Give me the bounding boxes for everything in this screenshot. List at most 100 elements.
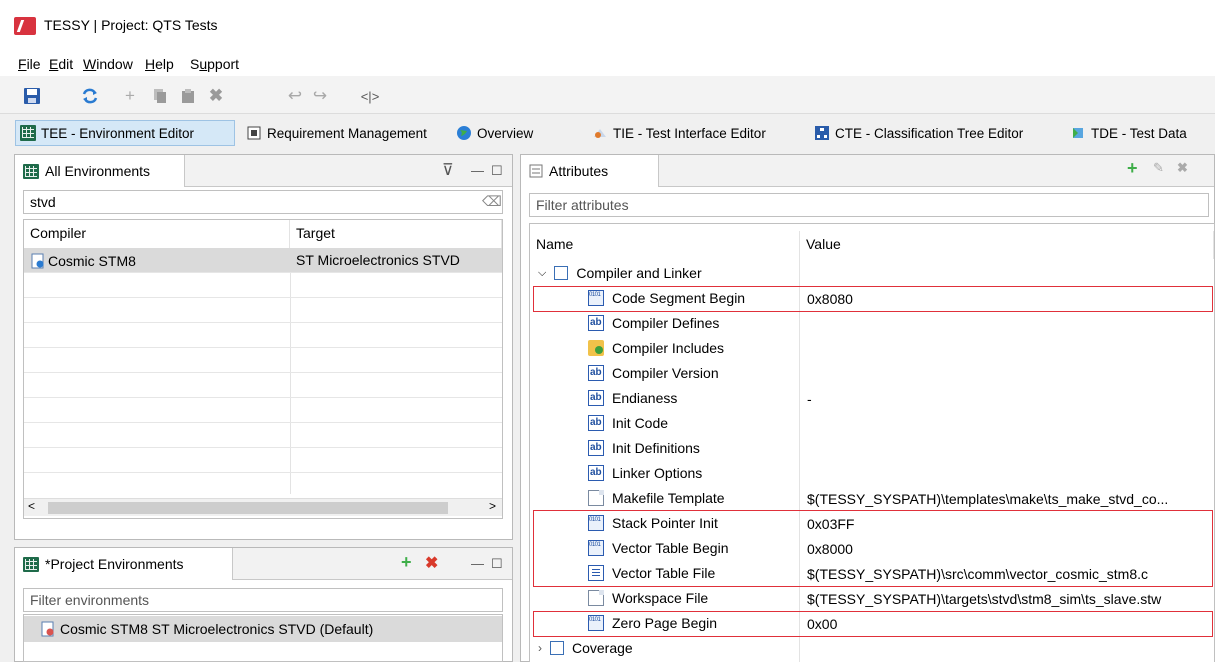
text-icon xyxy=(588,415,604,431)
attribute-row[interactable]: Linker Options xyxy=(530,462,1214,487)
binary-icon xyxy=(588,615,604,631)
interface-icon xyxy=(594,129,606,138)
binary-icon xyxy=(588,290,604,306)
window-title: TESSY | Project: QTS Tests xyxy=(44,17,218,33)
perspective-tde[interactable]: TDE - Test Data xyxy=(1066,120,1191,146)
environment-search-input[interactable] xyxy=(23,190,503,214)
text-icon xyxy=(588,365,604,381)
minimize-icon[interactable]: — xyxy=(471,556,484,571)
paste-icon[interactable] xyxy=(178,86,198,106)
attribute-row[interactable]: Workspace File $(TESSY_SYSPATH)\targets\s… xyxy=(530,587,1214,612)
attribute-row[interactable]: Compiler Defines xyxy=(530,312,1214,337)
edit-icon[interactable]: ✎ xyxy=(1153,160,1164,176)
table-row xyxy=(24,348,502,373)
environments-table: Compiler Target Cosmic STM8 ST Microelec… xyxy=(23,219,503,519)
delete-icon[interactable]: ✖ xyxy=(206,86,226,106)
menu-help[interactable]: Help xyxy=(145,56,174,72)
tree-group-coverage[interactable]: › Coverage xyxy=(530,637,1214,662)
binary-icon xyxy=(588,540,604,556)
add-icon[interactable]: + xyxy=(120,86,140,106)
perspective-requirement-management[interactable]: Requirement Management xyxy=(242,120,431,146)
text-icon xyxy=(588,465,604,481)
attribute-row[interactable]: Vector Table File $(TESSY_SYSPATH)\src\co… xyxy=(530,562,1214,587)
perspective-cte[interactable]: CTE - Classification Tree Editor xyxy=(810,120,1027,146)
main-toolbar: + ✖ ↩ ↪ <|> xyxy=(0,76,1215,114)
attributes-table: Name Value ⌵ Compiler and Linker Code Se… xyxy=(529,223,1215,662)
chevron-right-icon[interactable]: › xyxy=(538,641,542,655)
category-icon xyxy=(554,266,569,280)
maximize-icon[interactable]: ☐ xyxy=(491,556,503,572)
text-icon xyxy=(588,315,604,331)
tab-all-environments[interactable]: All Environments xyxy=(15,155,185,187)
refresh-icon[interactable] xyxy=(80,86,100,106)
attribute-row[interactable]: Code Segment Begin0x8080 xyxy=(530,287,1214,312)
remove-environment-icon[interactable]: ✖ xyxy=(425,553,438,573)
table-row xyxy=(24,273,502,298)
tab-attributes[interactable]: Attributes xyxy=(521,155,659,187)
folder-icon xyxy=(588,340,604,356)
menu-support[interactable]: Support xyxy=(190,56,239,72)
table-row xyxy=(24,398,502,423)
title-bar: TESSY | Project: QTS Tests xyxy=(0,0,1215,52)
attribute-row[interactable]: Init Definitions xyxy=(530,437,1214,462)
tree-icon xyxy=(815,126,829,140)
attribute-row[interactable]: Init Code xyxy=(530,412,1214,437)
table-row xyxy=(24,448,502,473)
attribute-row[interactable]: Zero Page Begin0x00 xyxy=(530,612,1214,637)
all-environments-panel: All Environments ⊽ — ☐ ⌫ Compiler Target… xyxy=(14,154,513,540)
list-item[interactable]: Cosmic STM8 ST Microelectronics STVD (De… xyxy=(24,616,502,642)
add-environment-icon[interactable]: + xyxy=(401,552,412,573)
maximize-icon[interactable]: ☐ xyxy=(491,163,503,179)
attributes-filter-input[interactable] xyxy=(529,193,1209,217)
scroll-right-icon[interactable]: > xyxy=(489,499,496,513)
project-environment-filter-input[interactable] xyxy=(23,588,503,612)
column-header-target[interactable]: Target xyxy=(290,220,502,248)
project-environments-panel: *Project Environments + ✖ — ☐ Cosmic STM… xyxy=(14,547,513,662)
file-icon xyxy=(588,590,604,606)
redo-icon[interactable]: ↪ xyxy=(310,86,330,106)
perspective-overview[interactable]: Overview xyxy=(452,120,537,146)
add-attribute-icon[interactable]: + xyxy=(1127,158,1138,179)
tree-group-compiler-and-linker[interactable]: ⌵ Compiler and Linker xyxy=(530,262,1214,287)
chevron-down-icon[interactable]: ⌵ xyxy=(538,267,546,280)
column-header-value[interactable]: Value xyxy=(800,231,1214,259)
attribute-row[interactable]: Endianess- xyxy=(530,387,1214,412)
attribute-row[interactable]: Compiler Version xyxy=(530,362,1214,387)
attribute-row[interactable]: Makefile Template $(TESSY_SYSPATH)\templa… xyxy=(530,487,1214,512)
file-icon xyxy=(588,565,604,581)
perspective-tee[interactable]: TEE - Environment Editor xyxy=(15,120,235,146)
eraser-icon[interactable]: ⌫ xyxy=(482,193,502,210)
attribute-row[interactable]: Compiler Includes xyxy=(530,337,1214,362)
column-header-compiler[interactable]: Compiler xyxy=(24,220,290,248)
menu-window[interactable]: Window xyxy=(83,56,133,72)
grid-icon xyxy=(23,556,39,572)
attribute-row[interactable]: Stack Pointer Init0x03FF xyxy=(530,512,1214,537)
document-icon xyxy=(247,126,261,140)
save-icon[interactable] xyxy=(22,86,42,106)
copy-icon[interactable] xyxy=(150,86,170,106)
minimize-icon[interactable]: — xyxy=(471,163,484,178)
scroll-left-icon[interactable]: < xyxy=(28,499,35,513)
globe-icon xyxy=(457,126,471,140)
table-row[interactable]: Cosmic STM8 ST Microelectronics STVD xyxy=(24,248,502,273)
column-header-name[interactable]: Name xyxy=(530,231,800,259)
tab-project-environments[interactable]: *Project Environments xyxy=(15,548,233,580)
menu-edit[interactable]: Edit xyxy=(49,56,73,72)
filter-clear-icon[interactable]: ⊽ xyxy=(442,160,454,180)
environment-icon xyxy=(41,621,54,637)
delete-attribute-icon[interactable]: ✖ xyxy=(1177,160,1188,176)
file-icon xyxy=(588,490,604,506)
tessy-logo-icon xyxy=(14,17,36,35)
perspective-tie[interactable]: TIE - Test Interface Editor xyxy=(588,120,770,146)
scrollbar-thumb[interactable] xyxy=(48,502,448,514)
compare-icon[interactable]: <|> xyxy=(360,86,380,106)
grid-icon xyxy=(23,163,39,179)
menu-file[interactable]: File xyxy=(18,56,41,72)
undo-icon[interactable]: ↩ xyxy=(285,86,305,106)
table-row xyxy=(24,423,502,448)
attribute-row[interactable]: Vector Table Begin0x8000 xyxy=(530,537,1214,562)
environment-icon xyxy=(31,253,44,268)
attributes-panel: Attributes + ✎ ✖ Name Value ⌵ Compiler a… xyxy=(520,154,1215,662)
table-row xyxy=(24,373,502,398)
horizontal-scrollbar[interactable]: < > xyxy=(24,498,502,516)
